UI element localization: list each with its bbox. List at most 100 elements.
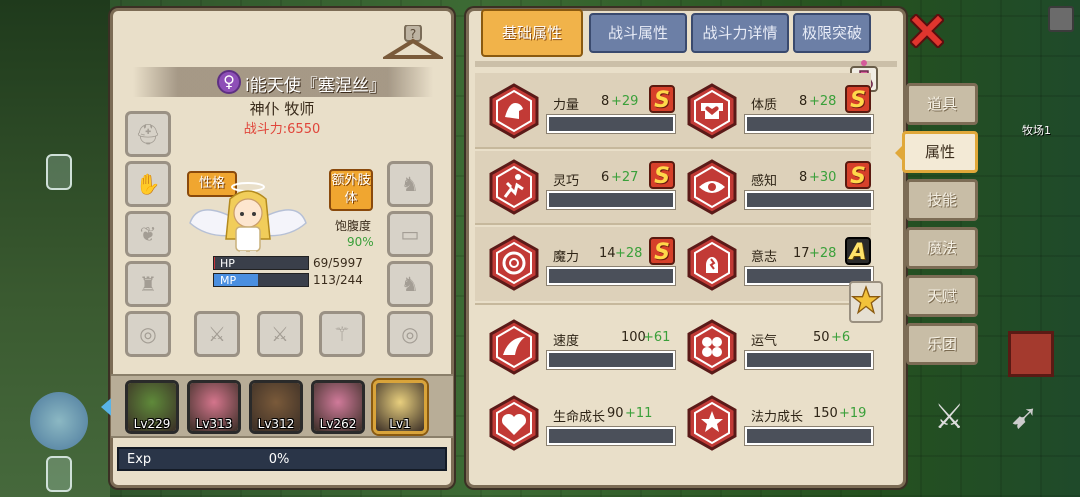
stat-luck[interactable]: 运气 50 +6: [687, 319, 877, 379]
grade-badge: S: [649, 237, 675, 265]
stat-bar: [546, 426, 676, 446]
grade-badge: S: [649, 85, 675, 113]
stat-base: 8: [799, 94, 808, 109]
stat-bonus: +28: [809, 246, 837, 261]
crate-icon[interactable]: [1008, 331, 1054, 377]
side-tab-talent[interactable]: 天赋: [906, 275, 978, 317]
stat-base: 50: [813, 330, 830, 345]
stat-bar: [744, 350, 874, 370]
exp-bar: Exp 0%: [117, 447, 447, 471]
stat-bonus: +29: [611, 94, 639, 109]
stat-bar: [744, 190, 874, 210]
wardrobe-hanger-icon[interactable]: ?: [383, 25, 443, 65]
cape-slot[interactable]: ❦: [125, 211, 171, 257]
grade-badge: S: [649, 161, 675, 189]
stat-bar: [744, 114, 874, 134]
tab-power-details[interactable]: 战斗力详情: [691, 13, 789, 53]
stat-name: 运气: [751, 334, 778, 349]
stat-bonus: +61: [643, 330, 671, 345]
stat-base: 17: [793, 246, 810, 261]
minimize-button[interactable]: [1048, 6, 1074, 32]
stat-bar: [546, 114, 676, 134]
stat-mana-growth[interactable]: 法力成长 150 +19: [687, 395, 877, 455]
stat-bar: [744, 426, 874, 446]
sword-icon[interactable]: ⚔: [934, 397, 964, 437]
side-tab-band[interactable]: 乐团: [906, 323, 978, 365]
glove-slot[interactable]: ✋: [125, 161, 171, 207]
helmet-icon: ⛑: [135, 122, 161, 146]
helmet-slot[interactable]: ⛑: [125, 111, 171, 157]
belt-slot[interactable]: ▭: [387, 211, 433, 257]
tab-combat-attributes[interactable]: 战斗属性: [589, 13, 687, 53]
stat-name: 速度: [553, 334, 580, 349]
mp-label: MP: [220, 274, 237, 287]
tab-basic-attributes[interactable]: 基础属性: [481, 9, 583, 57]
team-member[interactable]: Lv229: [125, 380, 179, 434]
armor-icon: ♜: [139, 272, 157, 296]
constitution-icon: [687, 83, 737, 139]
side-tab-attributes[interactable]: 属性: [895, 131, 978, 173]
stat-base: 90: [607, 406, 624, 421]
hp-label: HP: [220, 257, 235, 270]
ring-slot-1[interactable]: ◎: [125, 311, 171, 357]
stat-speed[interactable]: 速度 100 +61: [489, 319, 679, 379]
weapon-slot-2[interactable]: ⚔: [257, 311, 303, 357]
member-level: Lv229: [133, 417, 171, 431]
ring-icon: ◎: [139, 322, 157, 346]
exp-value: 0%: [268, 452, 290, 467]
boot-icon: ♞: [401, 172, 419, 196]
close-icon[interactable]: [910, 14, 944, 48]
armor-slot[interactable]: ♜: [125, 261, 171, 307]
header-divider: [475, 61, 897, 67]
strength-icon: [489, 83, 539, 139]
side-tab-skills[interactable]: 技能: [906, 179, 978, 221]
boots-slot-top[interactable]: ♞: [387, 161, 433, 207]
stat-bonus: +19: [839, 406, 867, 421]
extra-limb-button[interactable]: 额外肢体: [329, 169, 373, 211]
agility-icon: [489, 159, 539, 215]
ring-icon: ◎: [401, 322, 419, 346]
lamp-icon: [46, 456, 72, 492]
mp-bar: MP: [213, 273, 309, 287]
pet-creature[interactable]: [30, 392, 88, 450]
grade-badge: A: [845, 237, 871, 265]
character-name-bar: ♀ i能天使『塞涅丝』: [133, 67, 433, 97]
lamp-icon: [46, 154, 72, 190]
belt-icon: ▭: [400, 222, 420, 246]
ring-slot-2[interactable]: ◎: [387, 311, 433, 357]
hp-bar: HP: [213, 256, 309, 270]
boots-slot[interactable]: ♞: [387, 261, 433, 307]
offhand-slot[interactable]: ⚚: [319, 311, 365, 357]
stat-life-growth[interactable]: 生命成长 90 +11: [489, 395, 679, 455]
boot-icon: ♞: [401, 272, 419, 296]
tab-limit-break[interactable]: 极限突破: [793, 13, 871, 53]
team-member[interactable]: Lv313: [187, 380, 241, 434]
stat-name: 体质: [751, 98, 778, 113]
team-member[interactable]: Lv262: [311, 380, 365, 434]
ranch-label: 牧场1: [1022, 124, 1051, 137]
magic-icon: [489, 235, 539, 291]
stat-name: 灵巧: [553, 174, 580, 189]
stat-name: 生命成长: [553, 410, 606, 425]
side-tab-magic[interactable]: 魔法: [906, 227, 978, 269]
grade-badge: S: [845, 161, 871, 189]
stat-name: 力量: [553, 98, 580, 113]
speed-icon: [489, 319, 539, 375]
stat-name: 魔力: [553, 250, 580, 265]
side-tab-items[interactable]: 道具: [906, 83, 978, 125]
grade-badge: S: [845, 85, 871, 113]
perception-icon: [687, 159, 737, 215]
weapon-slot-1[interactable]: ⚔: [194, 311, 240, 357]
bow-icon[interactable]: ➹: [1010, 397, 1039, 437]
hp-bar-fill: [214, 257, 216, 269]
luck-icon: [687, 319, 737, 375]
cape-icon: ❦: [139, 222, 157, 246]
row-divider: [475, 223, 871, 225]
team-member[interactable]: Lv312: [249, 380, 303, 434]
stat-base: 8: [601, 94, 610, 109]
character-name[interactable]: i能天使『塞涅丝』: [245, 71, 386, 96]
star-upgrade-button[interactable]: [849, 281, 883, 323]
team-member-selected[interactable]: Lv1: [373, 380, 427, 434]
character-avatar[interactable]: [188, 179, 308, 261]
stat-bonus: +27: [611, 170, 639, 185]
